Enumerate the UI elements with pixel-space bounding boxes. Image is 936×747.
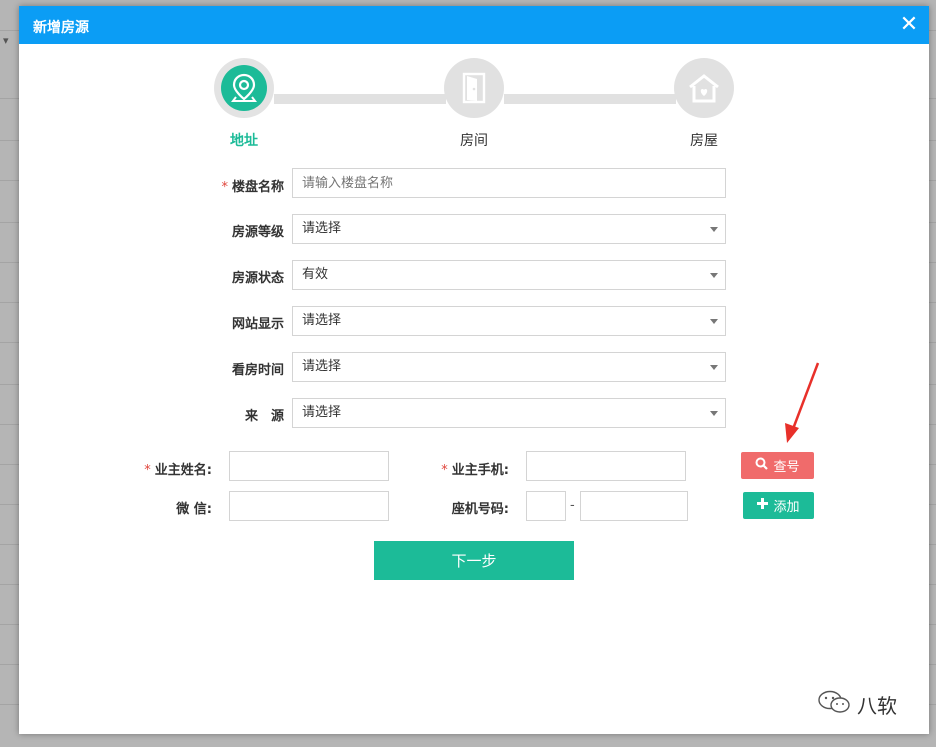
- listing-status-label: 房源状态: [231, 271, 284, 286]
- building-name-input[interactable]: [292, 168, 726, 198]
- location-icon: [221, 65, 267, 111]
- landline-label: 座机号码:: [451, 502, 509, 517]
- step-house[interactable]: 房屋: [664, 58, 744, 150]
- select-value: 请选择: [302, 359, 342, 374]
- required-mark: *: [221, 180, 228, 195]
- dropdown-caret-icon: [710, 411, 718, 416]
- house-icon: [674, 58, 734, 118]
- listing-grade-label: 房源等级: [231, 225, 284, 240]
- wechat-icon: [817, 689, 853, 720]
- landline-separator: -: [570, 498, 575, 513]
- dropdown-caret-icon: [710, 273, 718, 278]
- wechat-label: 微 信:: [176, 502, 212, 517]
- dialog-title: 新增房源: [33, 20, 89, 36]
- building-name-label: * 楼盘名称: [199, 176, 284, 195]
- website-display-select[interactable]: 请选择: [292, 306, 726, 336]
- lookup-button[interactable]: 查号: [741, 452, 814, 479]
- add-button[interactable]: 添加: [743, 492, 814, 519]
- owner-name-input[interactable]: [229, 451, 389, 481]
- required-mark: *: [441, 463, 448, 478]
- annotation-arrow-icon: [785, 362, 820, 443]
- step-label: 房屋: [690, 133, 718, 149]
- required-mark: *: [144, 463, 151, 478]
- listing-status-select[interactable]: 有效: [292, 260, 726, 290]
- step-connector: [274, 94, 446, 104]
- button-label: 查号: [773, 460, 800, 475]
- bg-dropdown-caret: ▾: [3, 34, 9, 47]
- wechat-input[interactable]: [229, 491, 389, 521]
- watermark: 八软: [817, 689, 897, 720]
- owner-mobile-input[interactable]: [526, 451, 686, 481]
- button-label: 添加: [773, 500, 800, 515]
- dropdown-caret-icon: [710, 319, 718, 324]
- select-value: 有效: [302, 267, 329, 282]
- next-step-button[interactable]: 下一步: [374, 541, 574, 580]
- step-room[interactable]: 房间: [434, 58, 514, 150]
- add-listing-dialog: 新增房源 ✕ 地址 房间 房屋 * 楼盘名称 请输入楼盘名称 房源等级 请选择 …: [19, 6, 929, 734]
- step-address[interactable]: 地址: [204, 58, 284, 150]
- step-connector: [504, 94, 676, 104]
- label-text: 楼盘名称: [231, 180, 284, 195]
- source-select[interactable]: 请选择: [292, 398, 726, 428]
- select-value: 请选择: [302, 405, 342, 420]
- watermark-text: 八软: [857, 694, 897, 718]
- owner-name-label: * 业主姓名:: [119, 459, 212, 478]
- select-value: 请选择: [302, 221, 342, 236]
- search-icon: [755, 457, 769, 474]
- dropdown-caret-icon: [710, 365, 718, 370]
- viewing-time-select[interactable]: 请选择: [292, 352, 726, 382]
- step-circle: [214, 58, 274, 118]
- step-label: 房间: [460, 133, 488, 149]
- source-label: 来 源: [244, 409, 284, 424]
- landline-number-input[interactable]: [580, 491, 688, 521]
- dialog-header: 新增房源 ✕: [19, 6, 929, 44]
- label-text: 业主手机:: [451, 463, 509, 478]
- step-label: 地址: [230, 133, 258, 149]
- door-icon: [444, 58, 504, 118]
- label-text: 业主姓名:: [154, 463, 212, 478]
- owner-mobile-label: * 业主手机:: [414, 459, 509, 478]
- landline-area-code-input[interactable]: [526, 491, 566, 521]
- dropdown-caret-icon: [710, 227, 718, 232]
- plus-icon: [757, 498, 769, 513]
- listing-grade-select[interactable]: 请选择: [292, 214, 726, 244]
- select-value: 请选择: [302, 313, 342, 328]
- website-display-label: 网站显示: [231, 317, 284, 332]
- close-icon[interactable]: ✕: [899, 14, 919, 36]
- viewing-time-label: 看房时间: [231, 363, 284, 378]
